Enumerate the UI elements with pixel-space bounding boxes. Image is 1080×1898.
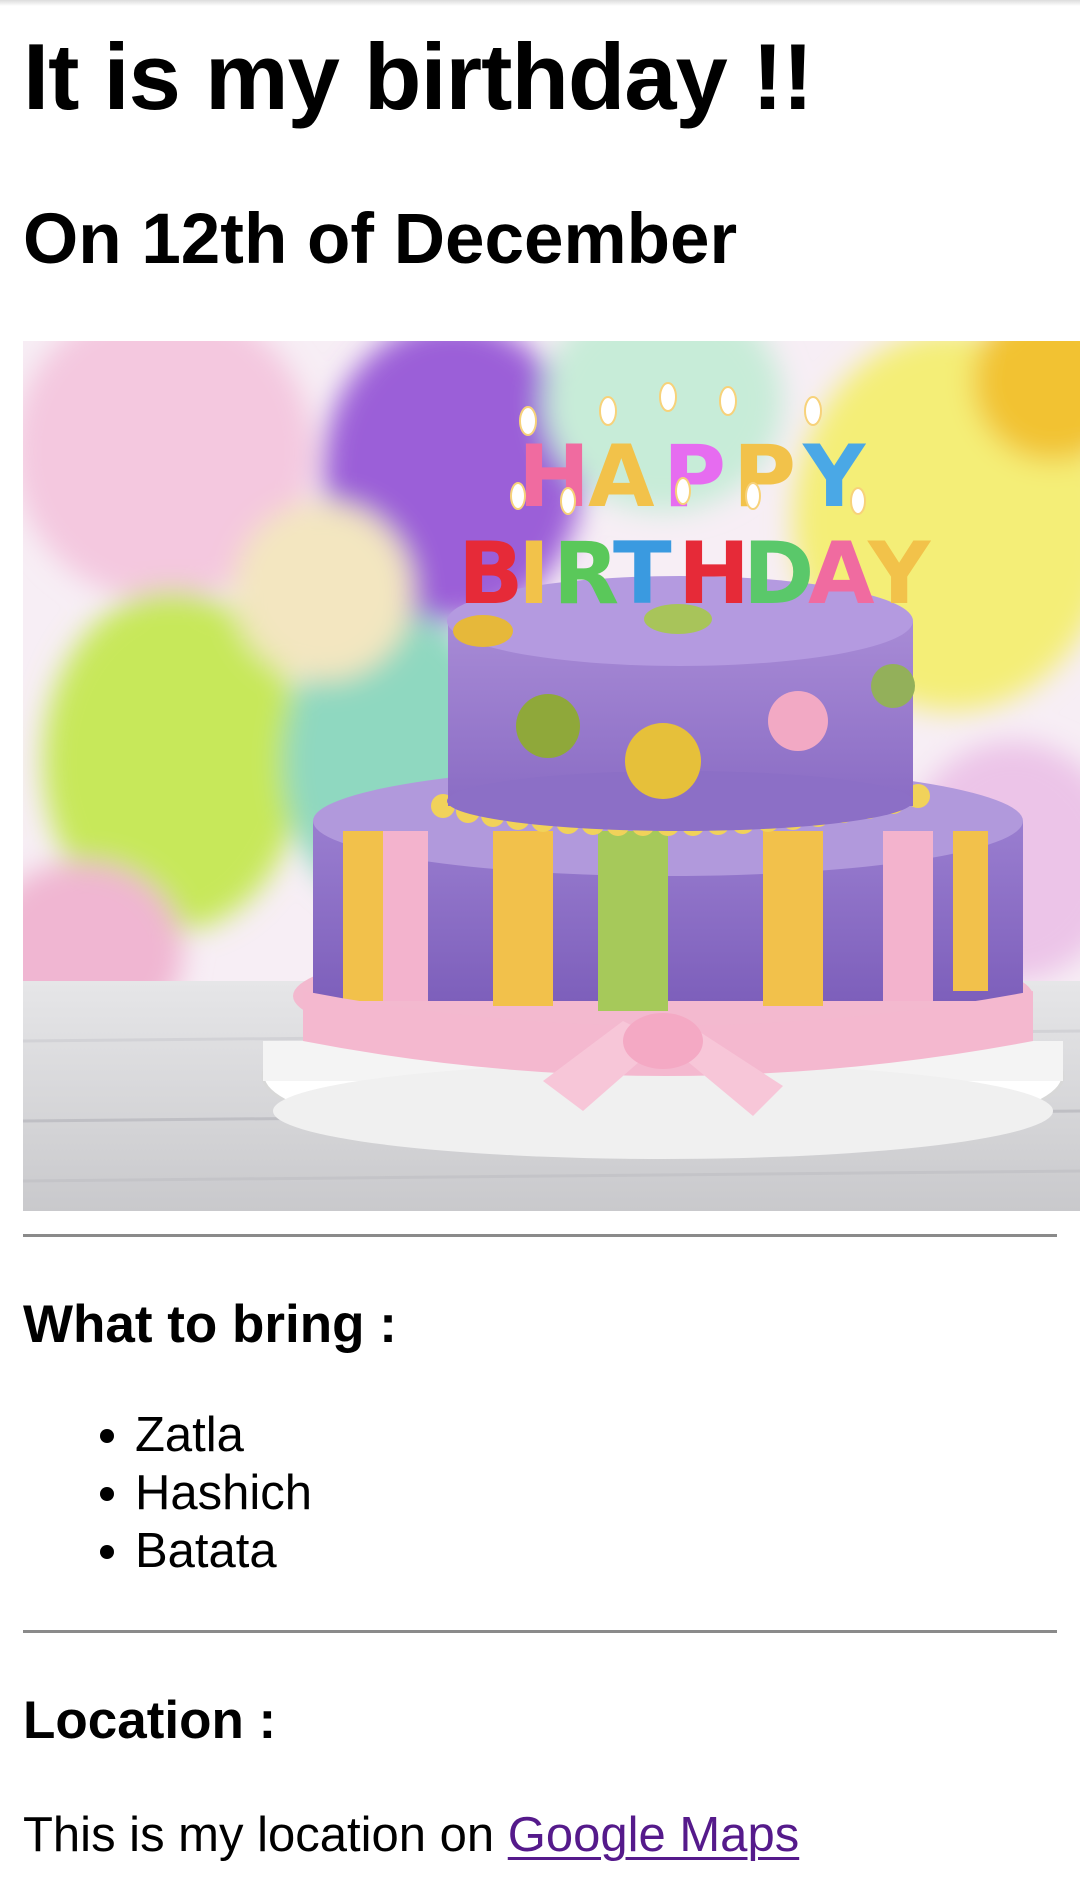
location-text: This is my location on Google Maps bbox=[23, 1805, 799, 1865]
location-prefix: This is my location on bbox=[23, 1808, 508, 1862]
svg-text:A: A bbox=[808, 524, 875, 624]
bring-list: Zatla Hashich Batata bbox=[23, 1406, 312, 1580]
top-edge-shadow bbox=[0, 0, 1080, 6]
svg-text:B: B bbox=[458, 524, 524, 624]
svg-text:I: I bbox=[518, 524, 550, 624]
svg-text:P: P bbox=[663, 427, 726, 527]
list-item: Zatla bbox=[23, 1406, 312, 1464]
birthday-cake-image: H A P P Y B I R T H D A Y bbox=[23, 341, 1080, 1211]
page-subtitle: On 12th of December bbox=[23, 200, 738, 279]
page-title: It is my birthday !! bbox=[23, 24, 814, 129]
list-item: Hashich bbox=[23, 1464, 312, 1522]
svg-text:T: T bbox=[613, 524, 672, 624]
svg-text:H: H bbox=[518, 427, 590, 527]
bullet-icon bbox=[100, 1429, 114, 1443]
list-item-label: Zatla bbox=[135, 1408, 244, 1462]
svg-text:Y: Y bbox=[867, 524, 932, 624]
svg-text:R: R bbox=[553, 524, 619, 624]
svg-text:P: P bbox=[733, 427, 796, 527]
list-item: Batata bbox=[23, 1522, 312, 1580]
list-item-label: Hashich bbox=[135, 1466, 313, 1520]
svg-text:D: D bbox=[743, 524, 814, 624]
bullet-icon bbox=[100, 1545, 114, 1559]
divider-top bbox=[23, 1234, 1057, 1237]
svg-text:H: H bbox=[678, 524, 750, 624]
svg-text:A: A bbox=[588, 427, 655, 527]
list-item-label: Batata bbox=[135, 1524, 277, 1578]
location-heading: Location : bbox=[23, 1691, 277, 1750]
divider-bottom bbox=[23, 1630, 1057, 1633]
what-to-bring-heading: What to bring : bbox=[23, 1295, 397, 1354]
bullet-icon bbox=[100, 1487, 114, 1501]
google-maps-link[interactable]: Google Maps bbox=[508, 1808, 799, 1862]
